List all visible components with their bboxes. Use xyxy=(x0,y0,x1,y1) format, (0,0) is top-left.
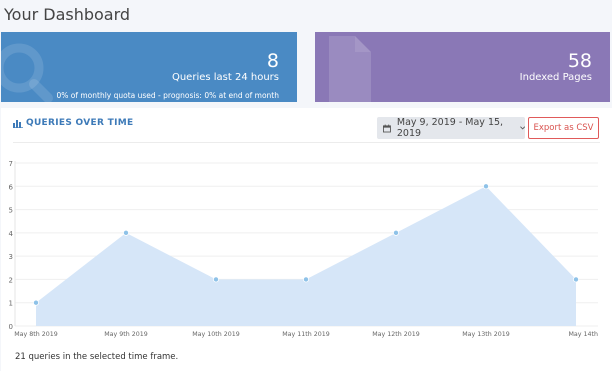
y-tick-label: 6 xyxy=(9,183,14,191)
y-axis-labels: 0 1 2 3 4 5 6 7 xyxy=(9,160,14,331)
data-point[interactable] xyxy=(392,229,399,236)
data-point[interactable] xyxy=(573,276,580,283)
x-tick-label: May 14th xyxy=(569,331,599,338)
pages-card: 58 Indexed Pages xyxy=(315,32,610,102)
quota-status: 0% of monthly quota used - prognosis: 0%… xyxy=(56,91,279,100)
x-tick-label: May 13th 2019 xyxy=(462,331,510,338)
x-tick-label: May 11th 2019 xyxy=(282,331,330,338)
queries-count: 8 xyxy=(266,50,279,72)
y-tick-label: 2 xyxy=(9,276,13,284)
queries-label: Queries last 24 hours xyxy=(171,72,279,83)
y-tick-label: 7 xyxy=(9,160,13,168)
x-tick-label: May 12th 2019 xyxy=(372,331,420,338)
data-point[interactable] xyxy=(33,299,40,306)
x-tick-label: May 10th 2019 xyxy=(192,331,240,338)
y-tick-label: 0 xyxy=(9,323,13,331)
queries-chart: 0 1 2 3 4 5 6 7 May 8th 2019 May 9th 2019 May 10t… xyxy=(9,160,598,338)
data-point[interactable] xyxy=(123,229,130,236)
data-point[interactable] xyxy=(482,183,489,190)
x-tick-label: May 8th 2019 xyxy=(14,331,58,338)
y-tick-label: 3 xyxy=(9,253,13,261)
y-tick-label: 1 xyxy=(9,300,13,308)
summary-text: 21 queries in the selected time frame. xyxy=(15,352,179,362)
y-tick-label: 4 xyxy=(9,230,14,238)
queries-panel: QUERIES OVER TIME May 9, 2019 - May 15, … xyxy=(1,108,612,371)
document-icon xyxy=(329,36,371,102)
x-tick-label: May 9th 2019 xyxy=(104,331,148,338)
pages-count: 58 xyxy=(567,50,592,72)
data-point[interactable] xyxy=(212,276,219,283)
page-title: Your Dashboard xyxy=(4,5,131,24)
queries-card: 8 Queries last 24 hours 0% of monthly qu… xyxy=(1,32,297,102)
data-point[interactable] xyxy=(302,276,309,283)
pages-label: Indexed Pages xyxy=(519,72,592,83)
x-axis-labels: May 8th 2019 May 9th 2019 May 10th 2019 May… xyxy=(14,331,598,338)
y-tick-label: 5 xyxy=(9,207,13,215)
